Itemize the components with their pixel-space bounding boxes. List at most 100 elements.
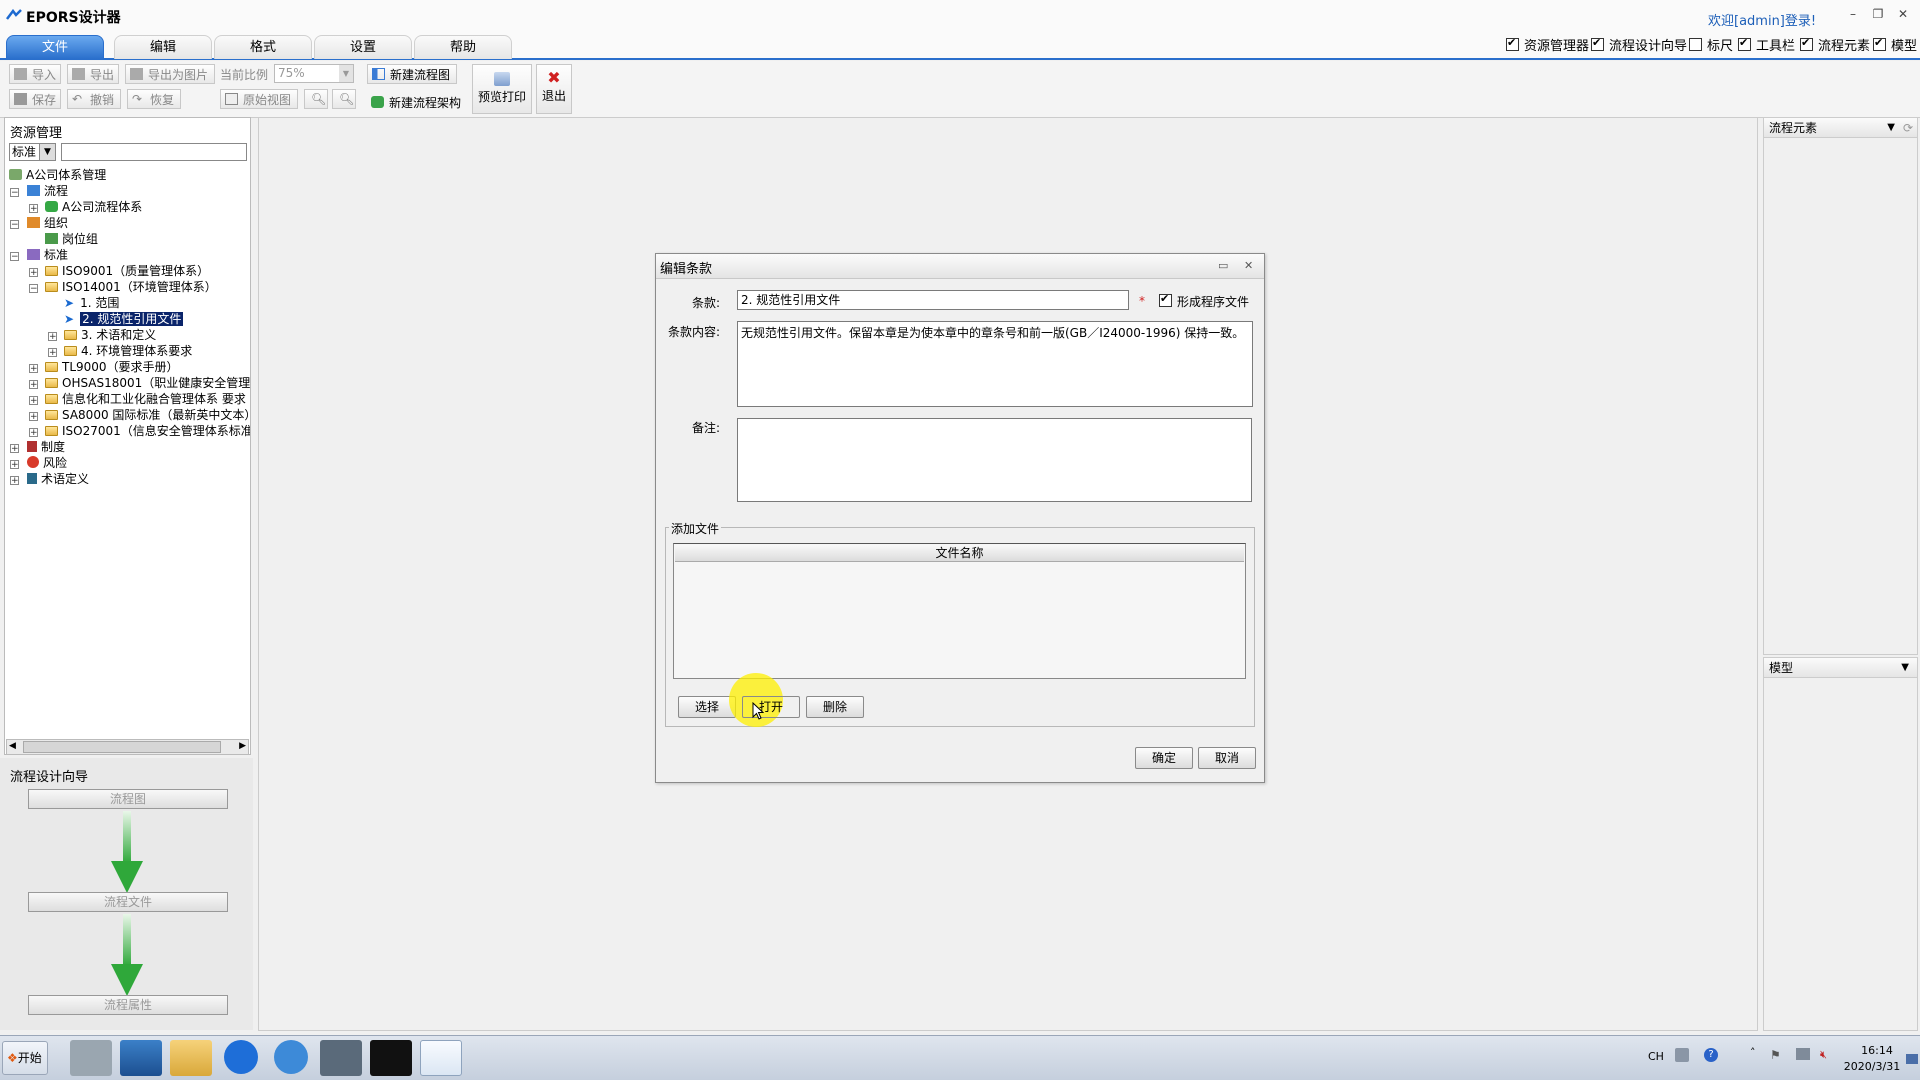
zoom-select[interactable]: 75% ▼ xyxy=(274,64,354,83)
print-preview-button[interactable]: 预览打印 xyxy=(472,64,532,114)
tree-node-clause-2[interactable]: ➤ 2. 规范性引用文件 xyxy=(64,311,184,327)
collapse-icon[interactable]: − xyxy=(29,284,38,294)
toggle-flow-elements[interactable]: 流程元素 xyxy=(1800,35,1870,54)
tree-node-system[interactable]: 制度 xyxy=(27,439,65,455)
checkbox-icon[interactable] xyxy=(1159,292,1172,307)
new-flowchart-button[interactable]: 新建流程图 xyxy=(367,64,457,84)
wizard-step-flowchart[interactable]: 流程图 xyxy=(28,789,228,809)
volume-muted-icon[interactable]: 🔇︎ xyxy=(1820,1048,1834,1062)
tree-node-tl9000[interactable]: TL9000（要求手册） xyxy=(45,359,179,375)
tree-node-terms[interactable]: 术语定义 xyxy=(27,471,89,487)
chevron-down-icon[interactable]: ▼ xyxy=(1901,658,1909,678)
terminal-icon[interactable] xyxy=(370,1040,412,1076)
tree-node-standard[interactable]: 标准 xyxy=(27,247,68,263)
save-button[interactable]: 保存 xyxy=(9,89,61,109)
file-name-column-header[interactable]: 文件名称 xyxy=(675,545,1244,562)
show-hidden-icons[interactable]: ˄ xyxy=(1750,1046,1756,1059)
toggle-resource-manager[interactable]: 资源管理器 xyxy=(1506,35,1589,54)
form-doc-checkbox[interactable]: 形成程序文件 xyxy=(1159,292,1249,310)
original-view-button[interactable]: 原始视图 xyxy=(220,89,298,109)
tree-node-process-system[interactable]: A公司流程体系 xyxy=(45,199,142,215)
checkbox-icon[interactable] xyxy=(1873,36,1886,51)
filter-select[interactable]: 标准 ▼ xyxy=(9,143,56,161)
tab-edit[interactable]: 编辑 xyxy=(114,35,212,59)
delete-button[interactable]: 删除 xyxy=(806,696,864,718)
checkbox-icon[interactable] xyxy=(1738,36,1751,51)
expand-icon[interactable]: + xyxy=(10,476,19,486)
start-button[interactable]: ❖开始 xyxy=(2,1041,48,1075)
undo-button[interactable]: ↶ 撤销 xyxy=(67,89,121,109)
toggle-ruler[interactable]: 标尺 xyxy=(1689,35,1733,54)
checkbox-icon[interactable] xyxy=(1800,36,1813,51)
import-button[interactable]: 导入 xyxy=(9,64,61,84)
tab-settings[interactable]: 设置 xyxy=(314,35,412,59)
filter-input[interactable] xyxy=(61,143,247,161)
tree-node-clause-3[interactable]: 3. 术语和定义 xyxy=(64,327,156,343)
browser-icon[interactable] xyxy=(274,1040,308,1074)
tree-node-org[interactable]: 组织 xyxy=(27,215,68,231)
network-icon[interactable] xyxy=(1796,1048,1810,1060)
close-icon[interactable]: ✕ xyxy=(1895,6,1911,22)
redo-button[interactable]: ↷ 恢复 xyxy=(127,89,181,109)
collapse-icon[interactable]: − xyxy=(10,252,19,262)
tab-format[interactable]: 格式 xyxy=(214,35,312,59)
refresh-icon[interactable]: ⟳ xyxy=(1903,118,1913,138)
help-icon[interactable]: ? xyxy=(1704,1048,1718,1062)
ok-button[interactable]: 确定 xyxy=(1135,747,1193,769)
expand-icon[interactable]: + xyxy=(48,332,57,342)
epors-taskbar-icon[interactable] xyxy=(420,1040,462,1076)
toggle-toolbar[interactable]: 工具栏 xyxy=(1738,35,1795,54)
new-flow-arch-button[interactable]: 新建流程架构 xyxy=(367,93,467,113)
content-textarea[interactable]: 无规范性引用文件。保留本章是为使本章中的章条号和前一版(GB／I24000-19… xyxy=(737,321,1253,407)
scroll-right-icon[interactable]: ▶ xyxy=(239,741,246,751)
horizontal-scrollbar[interactable]: ◀ ▶ xyxy=(6,739,249,755)
checkbox-icon[interactable] xyxy=(1689,38,1702,51)
tree-node-ohsas[interactable]: OHSAS18001（职业健康安全管理体系 xyxy=(45,375,250,391)
chevron-down-icon[interactable]: ▼ xyxy=(1887,118,1895,138)
restore-icon[interactable]: ▭ xyxy=(1218,259,1228,272)
remark-textarea[interactable] xyxy=(737,418,1252,502)
tree-node-process[interactable]: 流程 xyxy=(27,183,68,199)
collapse-icon[interactable]: − xyxy=(10,188,19,198)
clock-date[interactable]: 2020/3/31 xyxy=(1840,1060,1904,1073)
tree-node-position-group[interactable]: 岗位组 xyxy=(45,231,98,247)
language-indicator[interactable]: CH xyxy=(1648,1050,1664,1063)
tab-help[interactable]: 帮助 xyxy=(414,35,512,59)
restore-icon[interactable]: ❐ xyxy=(1870,6,1886,22)
cancel-button[interactable]: 取消 xyxy=(1198,747,1256,769)
powershell-icon[interactable] xyxy=(120,1040,162,1076)
expand-icon[interactable]: + xyxy=(29,204,38,214)
tree-node-clause-4[interactable]: 4. 环境管理体系要求 xyxy=(64,343,192,359)
tree-node-info[interactable]: 信息化和工业化融合管理体系 要求 xyxy=(45,391,250,407)
expand-icon[interactable]: + xyxy=(10,460,19,470)
expand-icon[interactable]: + xyxy=(29,268,38,278)
wizard-step-flow-attrs[interactable]: 流程属性 xyxy=(28,995,228,1015)
teamviewer-icon[interactable] xyxy=(224,1040,258,1074)
wizard-step-flow-doc[interactable]: 流程文件 xyxy=(28,892,228,912)
scroll-left-icon[interactable]: ◀ xyxy=(9,741,16,751)
keyboard-icon[interactable] xyxy=(1675,1048,1689,1062)
zoom-out-button[interactable]: 🔍︎ xyxy=(332,89,356,109)
expand-icon[interactable]: + xyxy=(48,348,57,358)
server-manager-icon[interactable] xyxy=(70,1040,112,1076)
tab-file[interactable]: 文件 xyxy=(6,35,104,59)
exit-button[interactable]: ✖ 退出 xyxy=(536,64,572,114)
tree-node-risk[interactable]: 风险 xyxy=(27,455,67,471)
close-icon[interactable]: ✕ xyxy=(1244,259,1253,272)
flag-icon[interactable]: ⚑ xyxy=(1770,1048,1784,1062)
minimize-icon[interactable]: – xyxy=(1845,6,1861,22)
clock-time[interactable]: 16:14 xyxy=(1852,1044,1902,1057)
collapse-icon[interactable]: − xyxy=(10,220,19,230)
export-button[interactable]: 导出 xyxy=(67,64,119,84)
expand-icon[interactable]: + xyxy=(29,396,38,406)
app-window-icon[interactable] xyxy=(320,1040,362,1076)
scroll-thumb[interactable] xyxy=(23,741,221,753)
select-button[interactable]: 选择 xyxy=(678,696,736,718)
tree-node-iso27001[interactable]: ISO27001（信息安全管理体系标准） xyxy=(45,423,250,439)
expand-icon[interactable]: + xyxy=(29,364,38,374)
tree-node-root[interactable]: A公司体系管理 xyxy=(9,167,106,183)
tree-node-sa8000[interactable]: SA8000 国际标准（最新英中文本） xyxy=(45,407,256,423)
expand-icon[interactable]: + xyxy=(29,380,38,390)
expand-icon[interactable]: + xyxy=(29,412,38,422)
model-header[interactable]: 模型 ▼ xyxy=(1764,658,1917,678)
